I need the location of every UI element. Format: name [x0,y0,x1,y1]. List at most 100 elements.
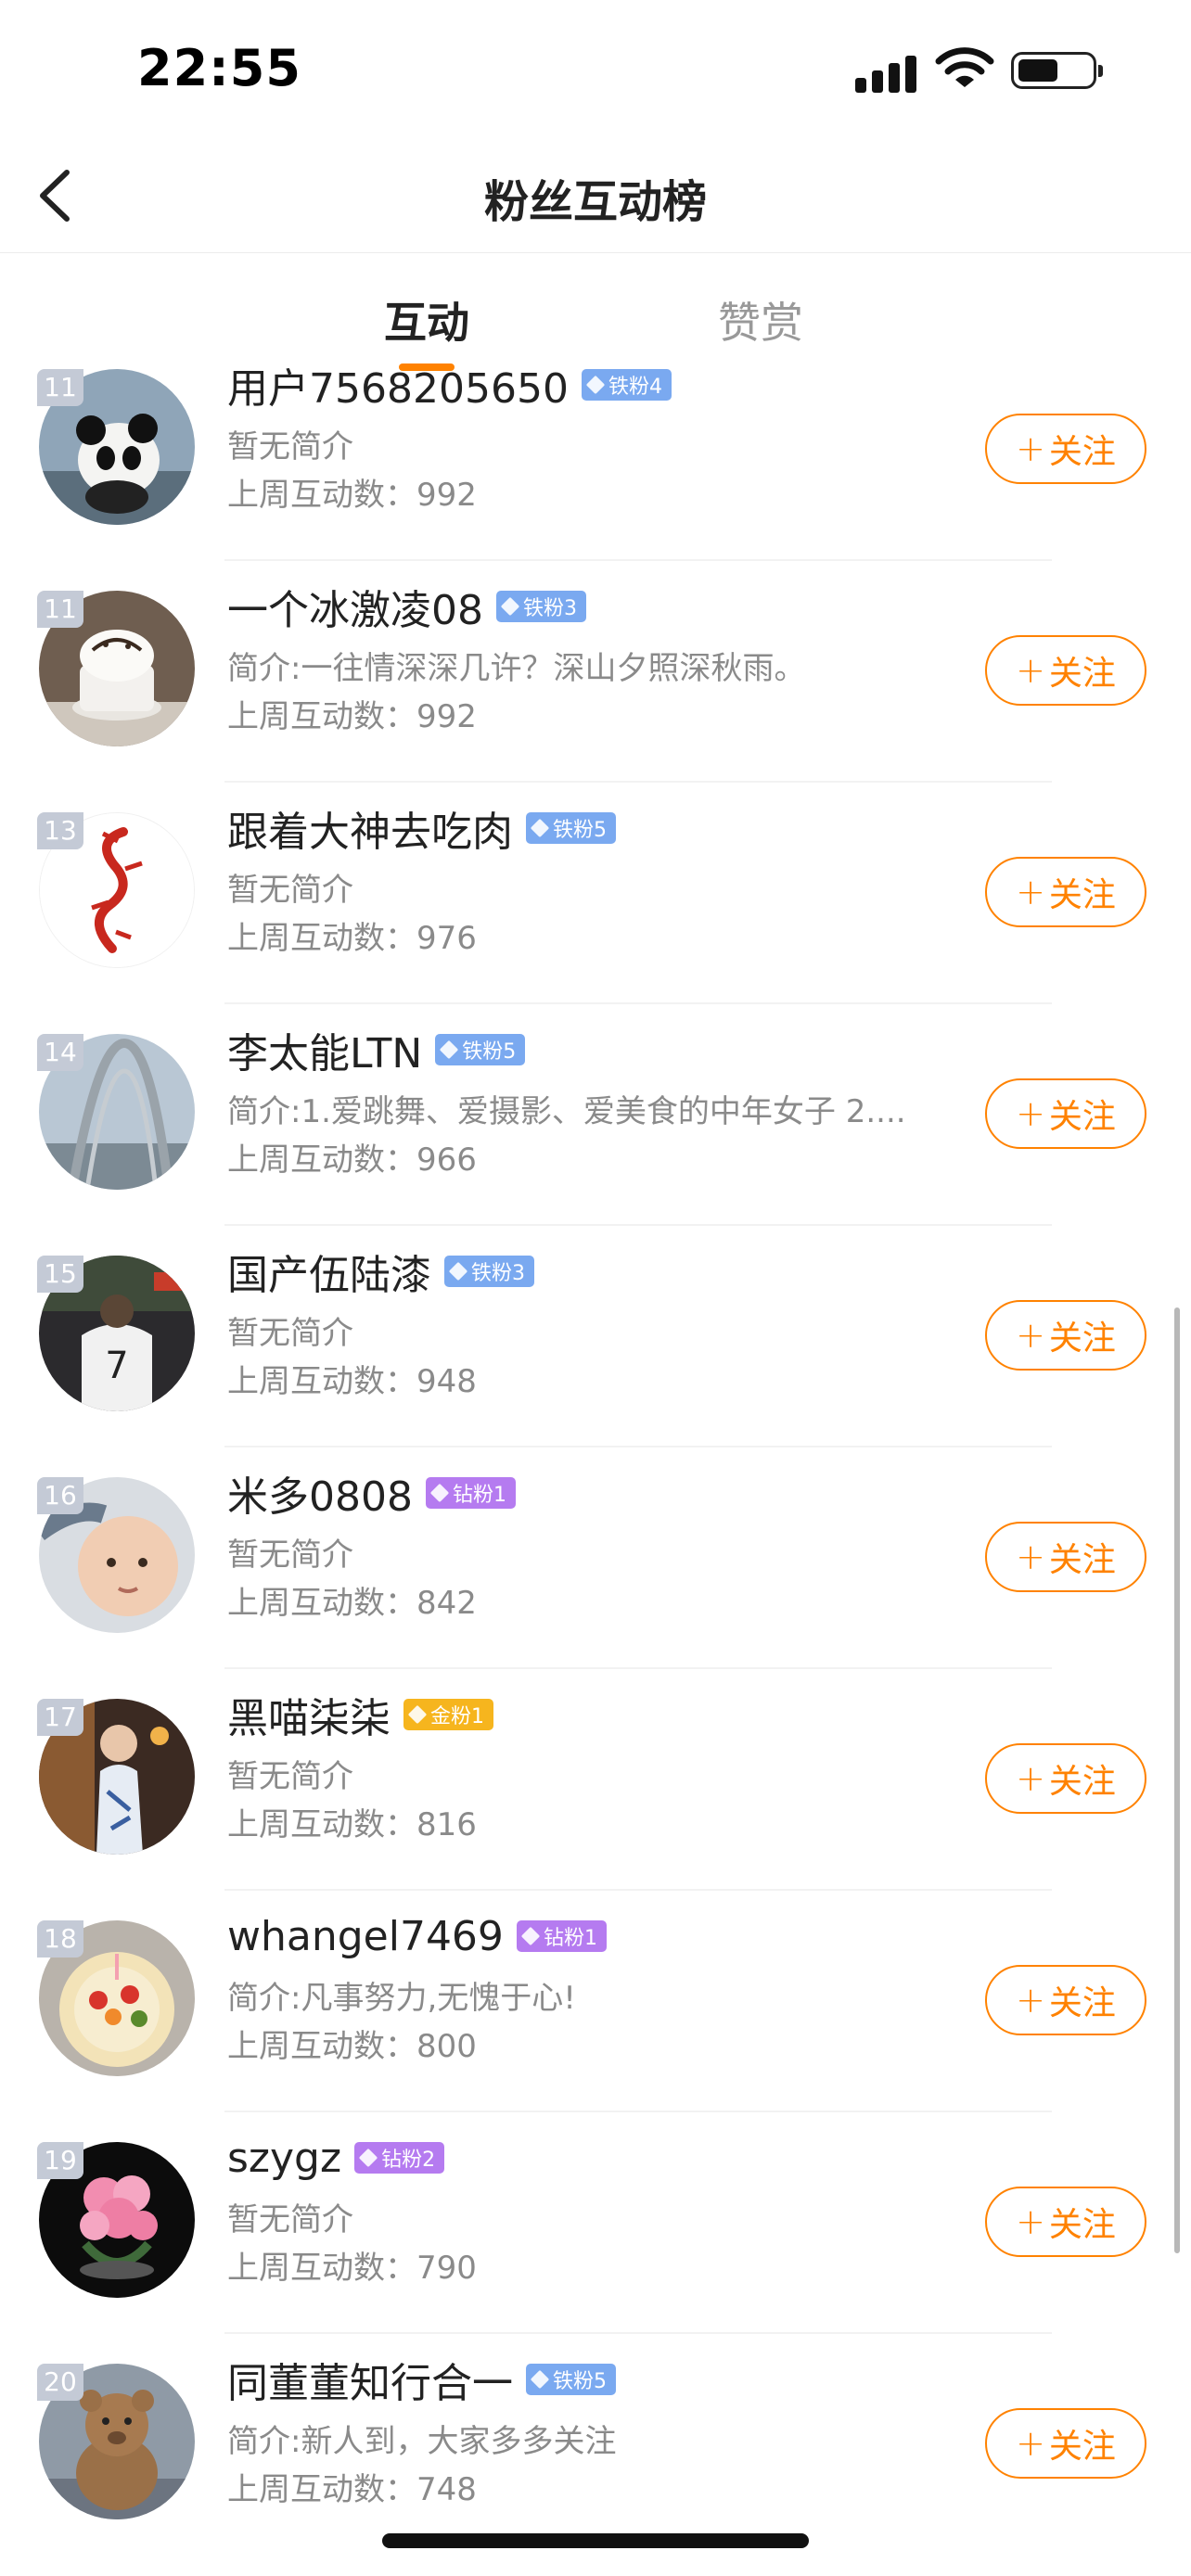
svg-text:7: 7 [105,1345,128,1387]
tab-interaction[interactable]: 互动 [384,289,469,351]
fan-name[interactable]: 国产伍陆漆 [227,1242,431,1301]
interaction-count: 上周互动数：790 [227,2250,477,2287]
diamond-icon [585,375,606,395]
follow-label: 关注 [1048,1320,1116,1358]
diamond-icon [358,2148,378,2168]
follow-label: 关注 [1048,876,1116,914]
follow-label: 关注 [1048,2206,1116,2244]
rank-badge: 11 [37,369,83,406]
follow-label: 关注 [1048,655,1116,693]
diamond-icon [500,596,520,617]
fan-level-badge: 铁粉3 [444,1256,534,1287]
fan-name[interactable]: szygz [227,2135,341,2182]
fan-name[interactable]: 李太能LTN [227,1020,422,1079]
nav-bar: 粉丝互动榜 [0,139,1191,253]
diamond-icon [520,1926,541,1946]
follow-button[interactable]: + 关注 [985,414,1146,484]
fan-intro: 暂无简介 [227,428,353,465]
rank-badge: 14 [37,1034,83,1071]
fan-intro: 简介:新人到，大家多多关注 [227,2423,617,2460]
follow-button[interactable]: + 关注 [985,1743,1146,1814]
cellular-signal-icon [855,48,920,93]
list-item[interactable]: 16 米多0808 钻粉1 暂无简介 上周互动数：842 + 关注 [0,1447,1191,1669]
follow-button[interactable]: + 关注 [985,2408,1146,2479]
plus-icon: + [1016,2423,1045,2464]
fan-name[interactable]: whangel7469 [227,1913,504,1960]
fan-intro: 暂无简介 [227,1315,353,1352]
follow-button[interactable]: + 关注 [985,1522,1146,1592]
fan-list[interactable]: 11 用户7568205650 铁粉4 暂无简介 上周互动数：992 + 关注 1… [0,363,1191,2576]
list-item[interactable]: 11 用户7568205650 铁粉4 暂无简介 上周互动数：992 + 关注 [0,363,1191,561]
follow-button[interactable]: + 关注 [985,635,1146,706]
fan-level-label: 铁粉5 [553,2370,607,2393]
fan-level-label: 钻粉1 [543,1927,597,1950]
fan-intro: 简介:凡事努力,无愧于心! [227,1980,576,2017]
diamond-icon [440,1039,459,1060]
home-indicator [382,2533,809,2548]
fan-name[interactable]: 用户7568205650 [227,363,569,414]
battery-icon [1011,52,1103,89]
plus-icon: + [1016,650,1045,691]
follow-button[interactable]: + 关注 [985,1965,1146,2035]
fan-level-badge: 铁粉5 [435,1034,526,1065]
status-bar: 22:55 [0,0,1191,139]
rank-badge: 17 [37,1699,83,1736]
fan-level-label: 铁粉3 [523,597,577,620]
tab-reward[interactable]: 赞赏 [718,289,803,351]
interaction-count: 上周互动数：748 [227,2471,477,2508]
fan-name[interactable]: 同董董知行合一 [227,2350,513,2409]
diamond-icon [448,1261,468,1282]
rank-badge: 18 [37,1920,83,1958]
list-item[interactable]: 7 15 国产伍陆漆 铁粉3 暂无简介 上周互动数：948 + 关注 [0,1226,1191,1447]
list-item[interactable]: 13 跟着大神去吃肉 铁粉5 暂无简介 上周互动数：976 + 关注 [0,783,1191,1004]
wifi-icon [935,47,994,87]
interaction-count: 上周互动数：842 [227,1585,477,1622]
fan-intro: 暂无简介 [227,1758,353,1795]
follow-button[interactable]: + 关注 [985,2187,1146,2257]
fan-level-label: 铁粉5 [553,819,607,842]
page-title: 粉丝互动榜 [483,176,707,228]
list-item[interactable]: 19 szygz 钻粉2 暂无简介 上周互动数：790 + 关注 [0,2112,1191,2334]
fan-level-label: 铁粉4 [608,376,662,399]
interaction-count: 上周互动数：800 [227,2028,477,2065]
scrollbar[interactable] [1174,1307,1180,2253]
fan-level-label: 铁粉3 [471,1262,525,1285]
plus-icon: + [1016,2201,1045,2242]
plus-icon: + [1016,872,1045,912]
interaction-count: 上周互动数：976 [227,920,477,957]
interaction-count: 上周互动数：992 [227,698,477,735]
diamond-icon [530,818,550,838]
list-item[interactable]: 18 whangel7469 钻粉1 简介:凡事努力,无愧于心! 上周互动数：8… [0,1891,1191,2112]
fan-intro: 简介:一往情深深几许？深山夕照深秋雨。 [227,650,806,687]
fan-intro: 暂无简介 [227,2201,353,2238]
follow-label: 关注 [1048,1541,1116,1579]
list-item[interactable]: 11 一个冰激凌08 铁粉3 简介:一往情深深几许？深山夕照深秋雨。 上周互动数… [0,561,1191,783]
follow-button[interactable]: + 关注 [985,1300,1146,1371]
fan-name[interactable]: 黑喵柒柒 [227,1685,391,1744]
fan-level-badge: 铁粉4 [581,369,672,401]
fan-name[interactable]: 跟着大神去吃肉 [227,798,513,858]
plus-icon: + [1016,1980,1045,2021]
list-item[interactable]: 20 同董董知行合一 铁粉5 简介:新人到，大家多多关注 上周互动数：748 +… [0,2334,1191,2556]
fan-intro: 暂无简介 [227,1537,353,1574]
list-item[interactable]: 17 黑喵柒柒 金粉1 暂无简介 上周互动数：816 + 关注 [0,1669,1191,1891]
follow-label: 关注 [1048,2428,1116,2466]
plus-icon: + [1016,1537,1045,1577]
list-item[interactable]: 14 李太能LTN 铁粉5 简介:1.爱跳舞、爱摄影、爱美食的中年女子 2...… [0,1004,1191,1226]
fan-level-badge: 铁粉5 [526,812,616,844]
fan-name[interactable]: 一个冰激凌08 [227,577,483,636]
follow-button[interactable]: + 关注 [985,857,1146,927]
tab-bar: 互动 赞赏 [0,252,1191,371]
interaction-count: 上周互动数：948 [227,1363,477,1400]
rank-badge: 11 [37,591,83,628]
fan-name[interactable]: 米多0808 [227,1463,413,1523]
fan-intro: 简介:1.爱跳舞、爱摄影、爱美食的中年女子 2.... [227,1093,906,1130]
status-time: 22:55 [137,39,301,97]
fan-level-label: 钻粉2 [381,2149,436,2172]
crown-icon [407,1704,428,1725]
rank-badge: 16 [37,1477,83,1514]
plus-icon: + [1016,1758,1045,1799]
follow-button[interactable]: + 关注 [985,1078,1146,1149]
fan-intro: 暂无简介 [227,872,353,909]
follow-label: 关注 [1048,1098,1116,1136]
